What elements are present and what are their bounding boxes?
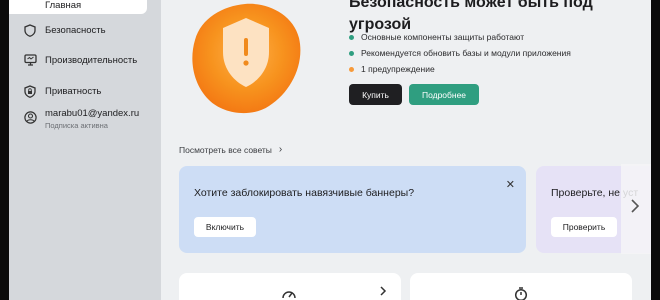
- list-item: Рекомендуется обновить базы и модули при…: [349, 45, 571, 61]
- status-text: Основные компоненты защиты работают: [361, 32, 525, 42]
- privacy-lock-icon: [23, 84, 37, 98]
- sidebar-item-performance[interactable]: Производительность: [9, 46, 161, 74]
- monitor-icon: [23, 53, 37, 67]
- warning-shield-icon: [192, 3, 301, 114]
- sidebar-item-home[interactable]: Главная: [9, 0, 147, 14]
- sidebar-item-label: Приватность: [45, 85, 102, 97]
- details-button[interactable]: Подробнее: [409, 84, 479, 105]
- subscription-status: Подписка активна: [45, 121, 108, 130]
- see-all-tips-link[interactable]: Посмотреть все советы ›: [179, 144, 282, 155]
- warning-dot: [349, 66, 354, 72]
- speed-icon: [282, 291, 296, 299]
- sidebar: Главная Безопасность Производительность …: [9, 0, 161, 300]
- sidebar-account[interactable]: marabu01@yandex.ru Подписка активна: [9, 108, 161, 138]
- close-icon[interactable]: ✕: [506, 178, 515, 191]
- sidebar-item-security[interactable]: Безопасность: [9, 16, 161, 44]
- shield-icon: [23, 23, 37, 37]
- chevron-right-icon[interactable]: [378, 285, 388, 297]
- status-dot: [349, 50, 354, 56]
- bottom-card[interactable]: [410, 273, 632, 300]
- enable-button[interactable]: Включить: [194, 217, 256, 237]
- sidebar-item-label: Безопасность: [45, 24, 106, 36]
- app-window: Главная Безопасность Производительность …: [9, 0, 651, 300]
- tips-link-label: Посмотреть все советы: [179, 144, 272, 155]
- status-text: Рекомендуется обновить базы и модули при…: [361, 48, 571, 58]
- account-email: marabu01@yandex.ru: [45, 108, 140, 119]
- card-title: Хотите заблокировать навязчивые баннеры?: [194, 187, 415, 199]
- buy-button[interactable]: Купить: [349, 84, 402, 105]
- status-dot: [349, 34, 354, 40]
- list-item: 1 предупреждение: [349, 61, 571, 77]
- chevron-right-icon[interactable]: [625, 188, 645, 224]
- block-banners-card: Хотите заблокировать навязчивые баннеры?…: [179, 166, 526, 253]
- user-icon: [23, 110, 37, 124]
- status-text: 1 предупреждение: [361, 64, 435, 74]
- timer-icon: [514, 287, 528, 300]
- hero-title-line1: Безопасность может быть под: [349, 0, 593, 11]
- check-button[interactable]: Проверить: [551, 217, 617, 237]
- sidebar-item-privacy[interactable]: Приватность: [9, 77, 161, 105]
- sidebar-item-label: Производительность: [45, 54, 138, 66]
- bottom-card[interactable]: [179, 273, 401, 300]
- chevron-right-icon: ›: [278, 144, 283, 155]
- sidebar-item-label: Главная: [45, 0, 82, 11]
- status-list: Основные компоненты защиты работают Реко…: [349, 29, 571, 77]
- list-item: Основные компоненты защиты работают: [349, 29, 571, 45]
